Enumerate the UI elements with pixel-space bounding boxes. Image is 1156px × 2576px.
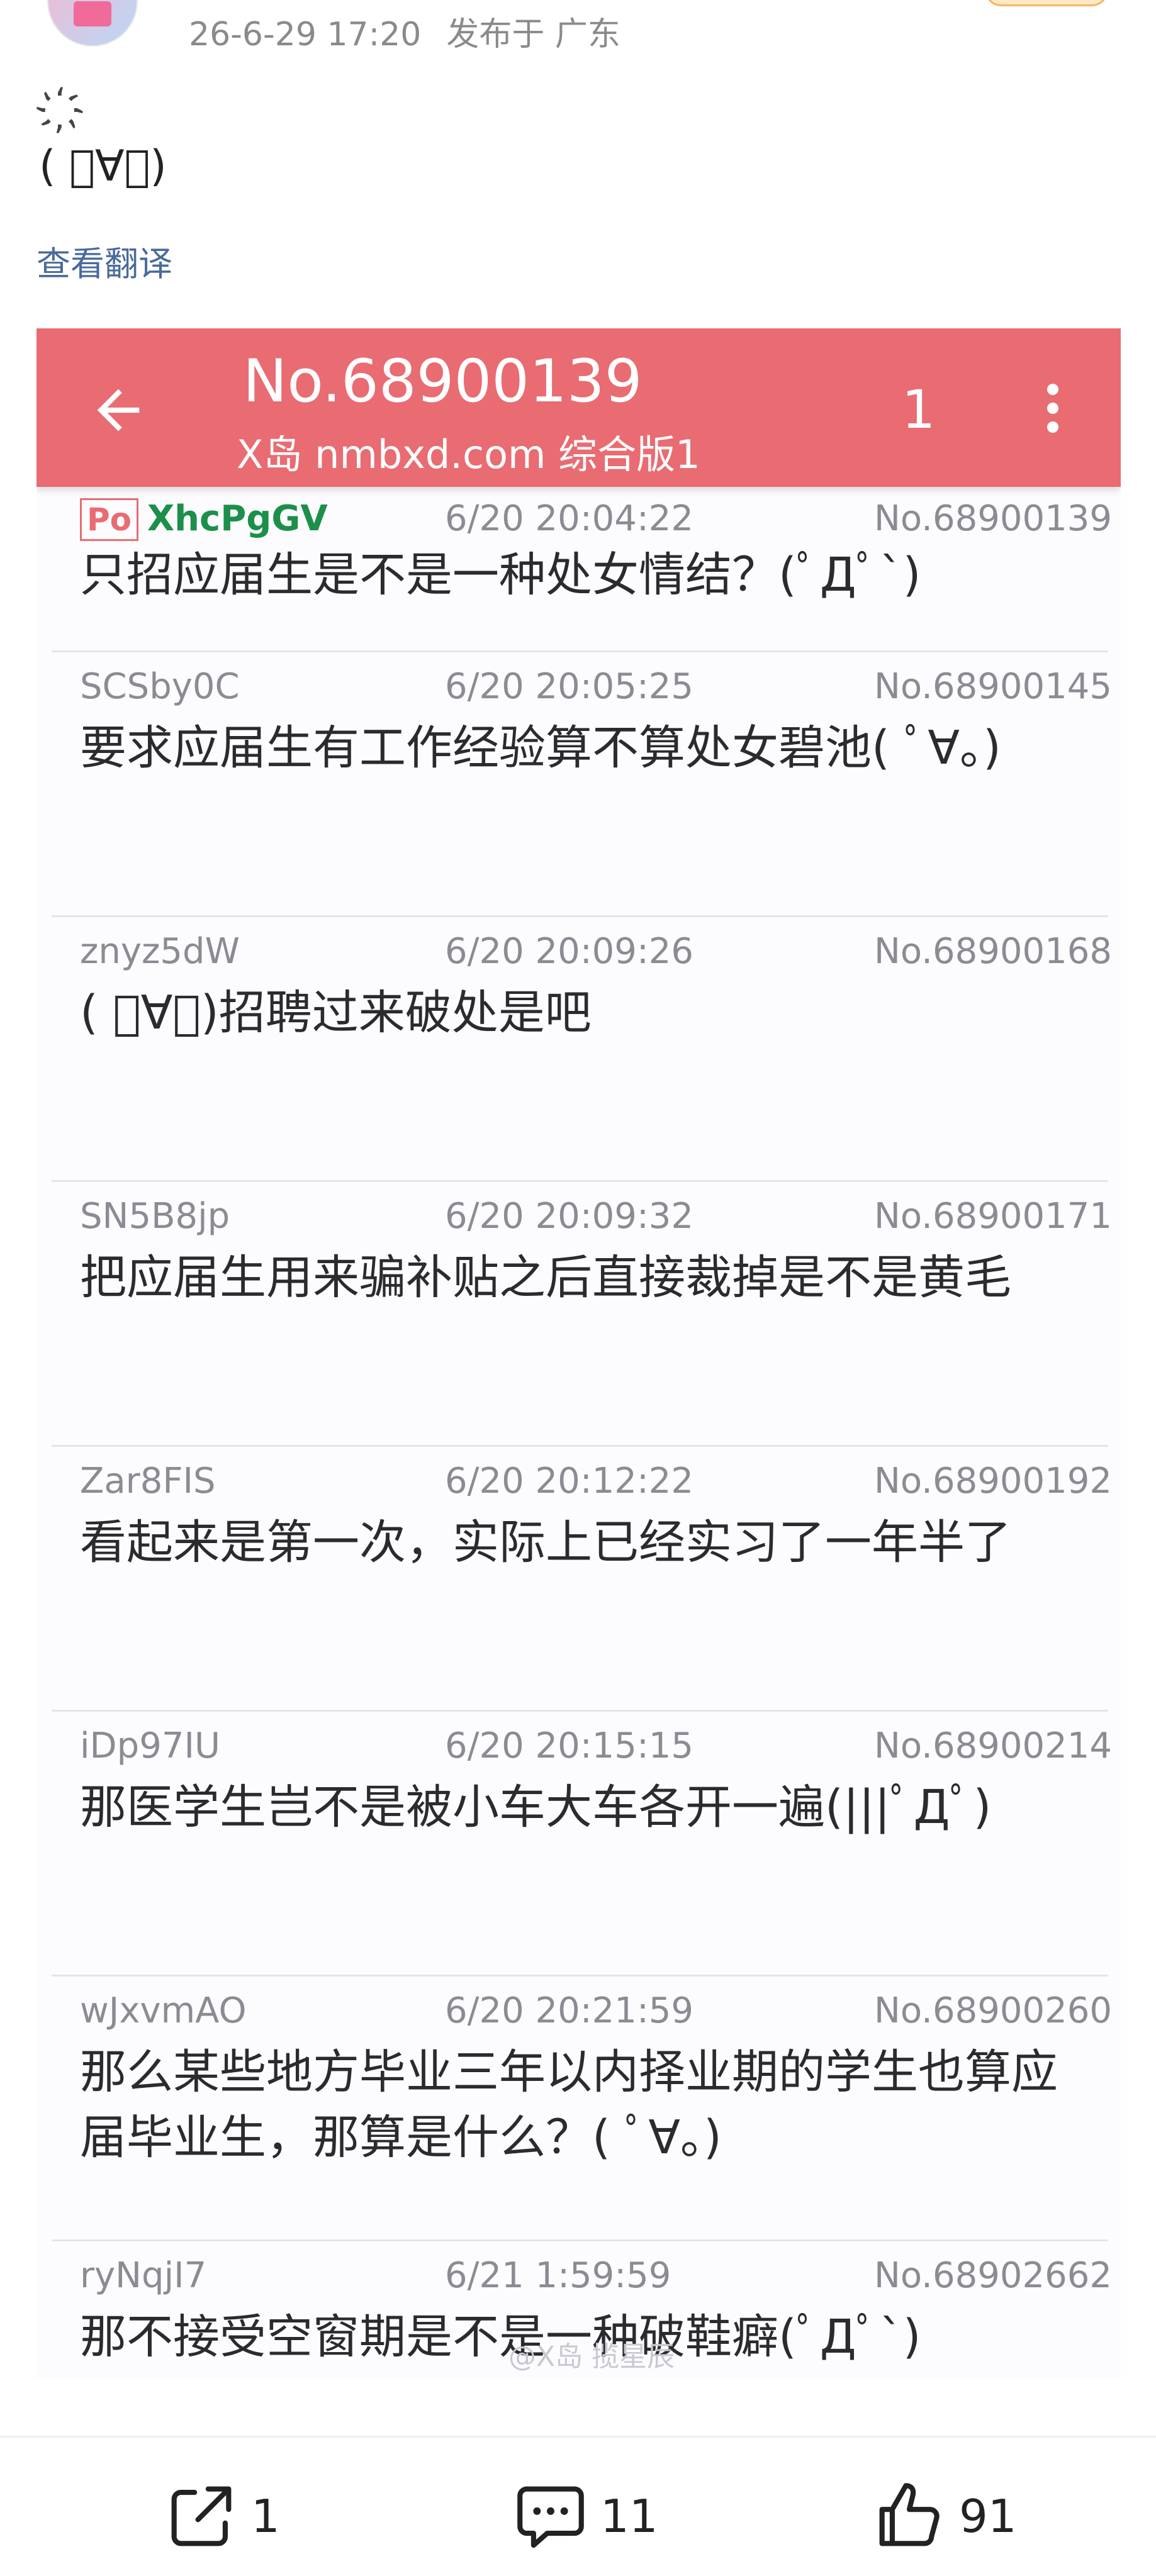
reply-header: SCSby0C 6/20 20:05:25 No.68900145 — [80, 666, 1112, 711]
reply-item[interactable]: wJxvmAO 6/20 20:21:59 No.68900260 那么某些地方毕业三… — [52, 1977, 1112, 2241]
share-count: 1 — [251, 2490, 280, 2543]
reply-item[interactable]: znyz5dW 6/20 20:09:26 No.68900168 ( ﾟ∀。)招聘过… — [52, 917, 1112, 1182]
reply-number[interactable]: No.68900145 — [874, 666, 1112, 707]
reply-time: 6/20 20:04:22 — [445, 498, 694, 539]
comment-count: 11 — [600, 2490, 658, 2543]
reply-time: 6/20 20:21:59 — [445, 1990, 694, 2031]
reply-number[interactable]: No.68900139 — [874, 498, 1112, 539]
sparkle-emoji: ҉ — [70, 91, 86, 132]
reply-uid[interactable]: XhcPgGV — [147, 498, 328, 539]
reply-number[interactable]: No.68900214 — [874, 1726, 1112, 1766]
reply-item[interactable]: SCSby0C 6/20 20:05:25 No.68900145 要求应届生有工作经… — [52, 652, 1112, 917]
reply-content: 看起来是第一次，实际上已经实习了一年半了 — [80, 1515, 1011, 1570]
post-text: ( ﾟ∀。) — [39, 142, 167, 191]
reply-header: Po XhcPgGV 6/20 20:04:22 No.68900139 — [80, 498, 1112, 544]
reply-uid[interactable]: wJxvmAO — [80, 1990, 247, 2031]
reply-item[interactable]: Po XhcPgGV 6/20 20:04:22 No.68900139 只招应届生是不… — [52, 487, 1112, 652]
reply-uid[interactable]: Zar8FIS — [80, 1461, 216, 1502]
reply-header: wJxvmAO 6/20 20:21:59 No.68900260 — [80, 1990, 1112, 2036]
like-icon — [879, 2483, 940, 2546]
divider — [0, 2436, 1156, 2438]
share-button[interactable]: 1 — [160, 2475, 280, 2557]
reply-time: 6/20 20:09:32 — [445, 1196, 694, 1237]
reply-uid-wrap: Po XhcPgGV — [80, 498, 328, 541]
like-button[interactable]: 91 — [868, 2475, 1017, 2557]
avatar[interactable] — [47, 0, 138, 47]
reply-number[interactable]: No.68900168 — [874, 931, 1112, 972]
reply-uid[interactable]: SN5B8jp — [80, 1196, 230, 1237]
reply-content: 要求应届生有工作经验算不算处女碧池( ﾟ∀。) — [80, 721, 1001, 775]
reply-content: ( ﾟ∀。)招聘过来破处是吧 — [80, 986, 592, 1040]
comment-button[interactable]: 11 — [510, 2475, 658, 2557]
page-number[interactable]: 1 — [902, 379, 935, 440]
translate-link[interactable]: 查看翻译 — [36, 236, 172, 286]
follow-button[interactable] — [985, 0, 1108, 6]
share-icon — [171, 2486, 232, 2546]
reply-time: 6/20 20:12:22 — [445, 1461, 694, 1502]
reply-number[interactable]: No.68900192 — [874, 1461, 1112, 1502]
reply-uid-wrap: iDp97IU — [80, 1726, 220, 1766]
comment-icon — [517, 2486, 584, 2548]
reply-header: SN5B8jp 6/20 20:09:32 No.68900171 — [80, 1196, 1112, 1241]
reply-uid-wrap: SCSby0C — [80, 666, 240, 707]
reply-header: ryNqjI7 6/21 1:59:59 No.68902662 — [80, 2255, 1112, 2300]
reply-uid[interactable]: znyz5dW — [80, 931, 240, 972]
reply-content: 那么某些地方毕业三年以内择业期的学生也算应届毕业生，那算是什么？( ﾟ∀。) — [80, 2045, 1058, 2165]
reply-content: 只招应届生是不是一种处女情结？(ﾟДﾟ`) — [80, 548, 921, 602]
reply-time: 6/20 20:15:15 — [445, 1726, 694, 1766]
post-meta: 26-6-29 17:20 发布于 广东 — [189, 8, 646, 55]
like-count: 91 — [959, 2490, 1017, 2543]
reply-number[interactable]: No.68900260 — [874, 1990, 1112, 2031]
reply-time: 6/20 20:05:25 — [445, 666, 694, 707]
reply-list: Po XhcPgGV 6/20 20:04:22 No.68900139 只招应届生是不… — [36, 487, 1121, 2378]
reply-header: iDp97IU 6/20 20:15:15 No.68900214 — [80, 1726, 1112, 1771]
reply-time: 6/21 1:59:59 — [445, 2255, 671, 2296]
reply-uid-wrap: ryNqjI7 — [80, 2255, 206, 2296]
reply-uid[interactable]: iDp97IU — [80, 1726, 220, 1766]
reply-item[interactable]: iDp97IU 6/20 20:15:15 No.68900214 那医学生岂不是被小… — [52, 1712, 1112, 1977]
reply-uid[interactable]: SCSby0C — [80, 666, 240, 707]
watermark: @X岛 揽星辰 — [508, 2341, 675, 2373]
po-badge: Po — [80, 498, 138, 541]
board-name: X岛 nmbxd.com 综合版1 — [237, 432, 700, 477]
reply-number[interactable]: No.68902662 — [874, 2255, 1112, 2296]
embedded-screenshot[interactable]: No.68900139 X岛 nmbxd.com 综合版1 1 Po XhcPgG… — [36, 328, 1121, 2378]
reply-uid-wrap: znyz5dW — [80, 931, 240, 972]
reply-header: Zar8FIS 6/20 20:12:22 No.68900192 — [80, 1461, 1112, 1506]
post-location: 发布于 广东 — [446, 16, 620, 53]
reply-content: 把应届生用来骗补贴之后直接裁掉是不是黄毛 — [80, 1251, 1011, 1305]
reply-item[interactable]: SN5B8jp 6/20 20:09:32 No.68900171 把应届生用来骗补贴… — [52, 1182, 1112, 1447]
reply-time: 6/20 20:09:26 — [445, 931, 694, 972]
reply-number[interactable]: No.68900171 — [874, 1196, 1112, 1237]
app-bar: No.68900139 X岛 nmbxd.com 综合版1 1 — [36, 328, 1121, 487]
reply-uid[interactable]: ryNqjI7 — [80, 2255, 206, 2296]
more-vert-icon[interactable] — [1040, 384, 1065, 440]
back-arrow-icon[interactable] — [87, 379, 150, 442]
reply-item[interactable]: Zar8FIS 6/20 20:12:22 No.68900192 看起来是第一次，实… — [52, 1447, 1112, 1712]
post-date: 26-6-29 17:20 — [189, 16, 422, 53]
reply-header: znyz5dW 6/20 20:09:26 No.68900168 — [80, 931, 1112, 976]
reply-content: 那医学生岂不是被小车大车各开一遍(|||ﾟДﾟ) — [80, 1780, 992, 1834]
reply-uid-wrap: wJxvmAO — [80, 1990, 247, 2031]
thread-number: No.68900139 — [243, 347, 643, 416]
reply-uid-wrap: SN5B8jp — [80, 1196, 230, 1237]
reply-uid-wrap: Zar8FIS — [80, 1461, 216, 1502]
